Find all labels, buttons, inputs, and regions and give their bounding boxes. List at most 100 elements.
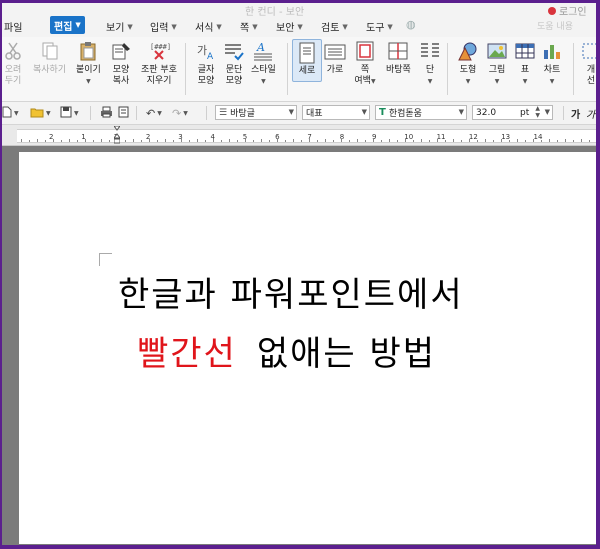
style-select-value: 바탕글	[230, 109, 255, 119]
ruler-tick	[181, 139, 182, 142]
ruler-tick	[309, 139, 310, 142]
save-icon	[60, 106, 72, 121]
master-page-button[interactable]: 바탕쪽	[386, 41, 411, 76]
font-select[interactable]: T 한컴돋움 ▼	[375, 105, 467, 120]
chevron-down-icon: ▼	[86, 78, 91, 85]
chart-button[interactable]: 차트 ▼	[541, 41, 563, 87]
redo-button[interactable]: ↷ ▼	[172, 106, 188, 120]
ruler-tick	[197, 139, 198, 142]
undo-icon: ↶	[146, 106, 156, 120]
menu-security[interactable]: 보안 ▼	[276, 19, 303, 35]
menu-tools[interactable]: 도구 ▼	[366, 19, 393, 35]
ruler-tick	[429, 140, 430, 142]
globe-icon[interactable]: ◍	[406, 18, 416, 31]
ruler-tick	[165, 139, 166, 142]
ruler-tick	[173, 140, 174, 142]
menu-page[interactable]: 쪽 ▼	[240, 19, 258, 35]
copy-button[interactable]: 복사하기	[33, 41, 66, 76]
cut-button[interactable]: 오려 두기	[2, 41, 24, 87]
formatting-toolbar: ▼ ▼ ▼ ↶ ▼ ↷ ▼ ☰ 바탕글 ▼ 대표 ▼ T 한컴돋움 ▼ 32.0 pt …	[0, 102, 600, 125]
document-line-1[interactable]: 한글과 파워포인트에서	[118, 267, 464, 316]
ruler-tick	[253, 140, 254, 142]
font-size-input[interactable]: 32.0 pt ▲ ▼ ▼	[472, 105, 553, 120]
indent-marker-icon[interactable]	[113, 125, 121, 144]
svg-text:A: A	[207, 52, 214, 61]
preview-button[interactable]	[118, 106, 129, 120]
ruler-tick	[381, 140, 382, 142]
avatar-icon	[548, 6, 556, 15]
ruler-tick	[509, 140, 510, 142]
document-area: 한글과 파워포인트에서 빨간선 없애는 방법	[0, 146, 600, 549]
chevron-down-icon: ▼	[216, 22, 222, 31]
menu-input[interactable]: 입력 ▼	[150, 19, 177, 35]
ruler-tick	[157, 140, 158, 142]
menu-format[interactable]: 서식 ▼	[195, 19, 222, 35]
style-select[interactable]: ☰ 바탕글 ▼	[215, 105, 297, 120]
save-button[interactable]: ▼	[60, 106, 79, 120]
menu-file[interactable]: 파일	[4, 19, 22, 34]
table-label: 표	[520, 65, 530, 75]
chevron-down-icon: ▼	[544, 108, 550, 116]
menu-review[interactable]: 검토 ▼	[321, 19, 348, 35]
ruler-tick	[293, 139, 294, 142]
menu-input-label: 입력	[150, 23, 169, 34]
char-shape-button[interactable]: 가A 글자 모양	[195, 41, 217, 87]
ruler-tick	[557, 140, 558, 142]
para-shape-label-1: 문단	[225, 65, 243, 75]
chevron-down-icon: ▼	[465, 78, 471, 85]
new-document-button[interactable]: ▼	[2, 106, 19, 120]
open-button[interactable]: ▼	[30, 106, 51, 120]
chevron-down-icon: ▼	[157, 109, 162, 117]
menu-edit[interactable]: 편집 ▼	[50, 16, 85, 34]
login-button[interactable]: 로그인	[548, 3, 587, 18]
portrait-button[interactable]: 세로	[292, 39, 322, 82]
chart-label: 차트	[543, 65, 561, 75]
picture-button[interactable]: 그림 ▼	[486, 41, 508, 87]
ruler-tick	[453, 139, 454, 142]
black-text: 없애는 방법	[256, 334, 437, 374]
cut-label-2: 두기	[4, 76, 22, 86]
redo-icon: ↷	[172, 106, 182, 120]
margin-button[interactable]: 쪽 여백▼	[354, 41, 376, 87]
ruler-tick	[581, 139, 582, 142]
language-select[interactable]: 대표 ▼	[302, 105, 370, 120]
ruler-tick	[205, 140, 206, 142]
columns-button[interactable]: 단 ▼	[419, 41, 441, 87]
format-copy-button[interactable]: 모양 복사	[110, 41, 132, 87]
document-line-2[interactable]: 빨간선 없애는 방법	[137, 326, 436, 375]
svg-text:[###]: [###]	[150, 43, 170, 51]
print-button[interactable]	[100, 106, 113, 120]
para-shape-button[interactable]: 문단 모양	[223, 41, 245, 87]
ruler-tick	[389, 139, 390, 142]
ruler-tick	[477, 140, 478, 142]
ruler-tick	[437, 139, 438, 142]
char-shape-icon: 가A	[195, 41, 217, 62]
new-document-icon	[2, 106, 12, 121]
ruler-tick	[413, 140, 414, 142]
ruler-tick	[493, 140, 494, 142]
shape-button[interactable]: 도형 ▼	[457, 41, 479, 87]
ruler-tick	[357, 139, 358, 142]
landscape-button[interactable]: 가로	[324, 41, 346, 76]
table-button[interactable]: 표 ▼	[514, 41, 536, 87]
clear-format-button[interactable]: [###] 조판 부호 지우기	[141, 41, 177, 87]
menu-view[interactable]: 보기 ▼	[106, 19, 133, 35]
italic-button[interactable]: 가	[586, 106, 595, 121]
clear-format-label-1: 조판 부호	[141, 65, 177, 75]
chart-icon	[541, 41, 563, 61]
shapes-icon	[457, 41, 479, 61]
columns-label: 단	[425, 65, 435, 75]
object-button[interactable]: 개 선	[580, 41, 600, 87]
ruler-tick	[101, 139, 102, 142]
paste-button[interactable]: 붙이기 ▼	[76, 41, 101, 87]
font-size-spinner-icon[interactable]: ▲ ▼	[535, 105, 540, 119]
undo-button[interactable]: ↶ ▼	[146, 106, 162, 120]
bold-button[interactable]: 가	[571, 106, 580, 121]
ruler-tick	[269, 140, 270, 142]
document-page[interactable]: 한글과 파워포인트에서 빨간선 없애는 방법	[19, 152, 596, 544]
clear-format-icon: [###]	[148, 41, 171, 61]
horizontal-ruler[interactable]: 211234567891011121314	[0, 125, 600, 146]
style-button[interactable]: A 스타일 ▼	[251, 41, 276, 87]
font-size-value: 32.0	[476, 107, 497, 118]
red-text: 빨간선	[137, 334, 237, 374]
